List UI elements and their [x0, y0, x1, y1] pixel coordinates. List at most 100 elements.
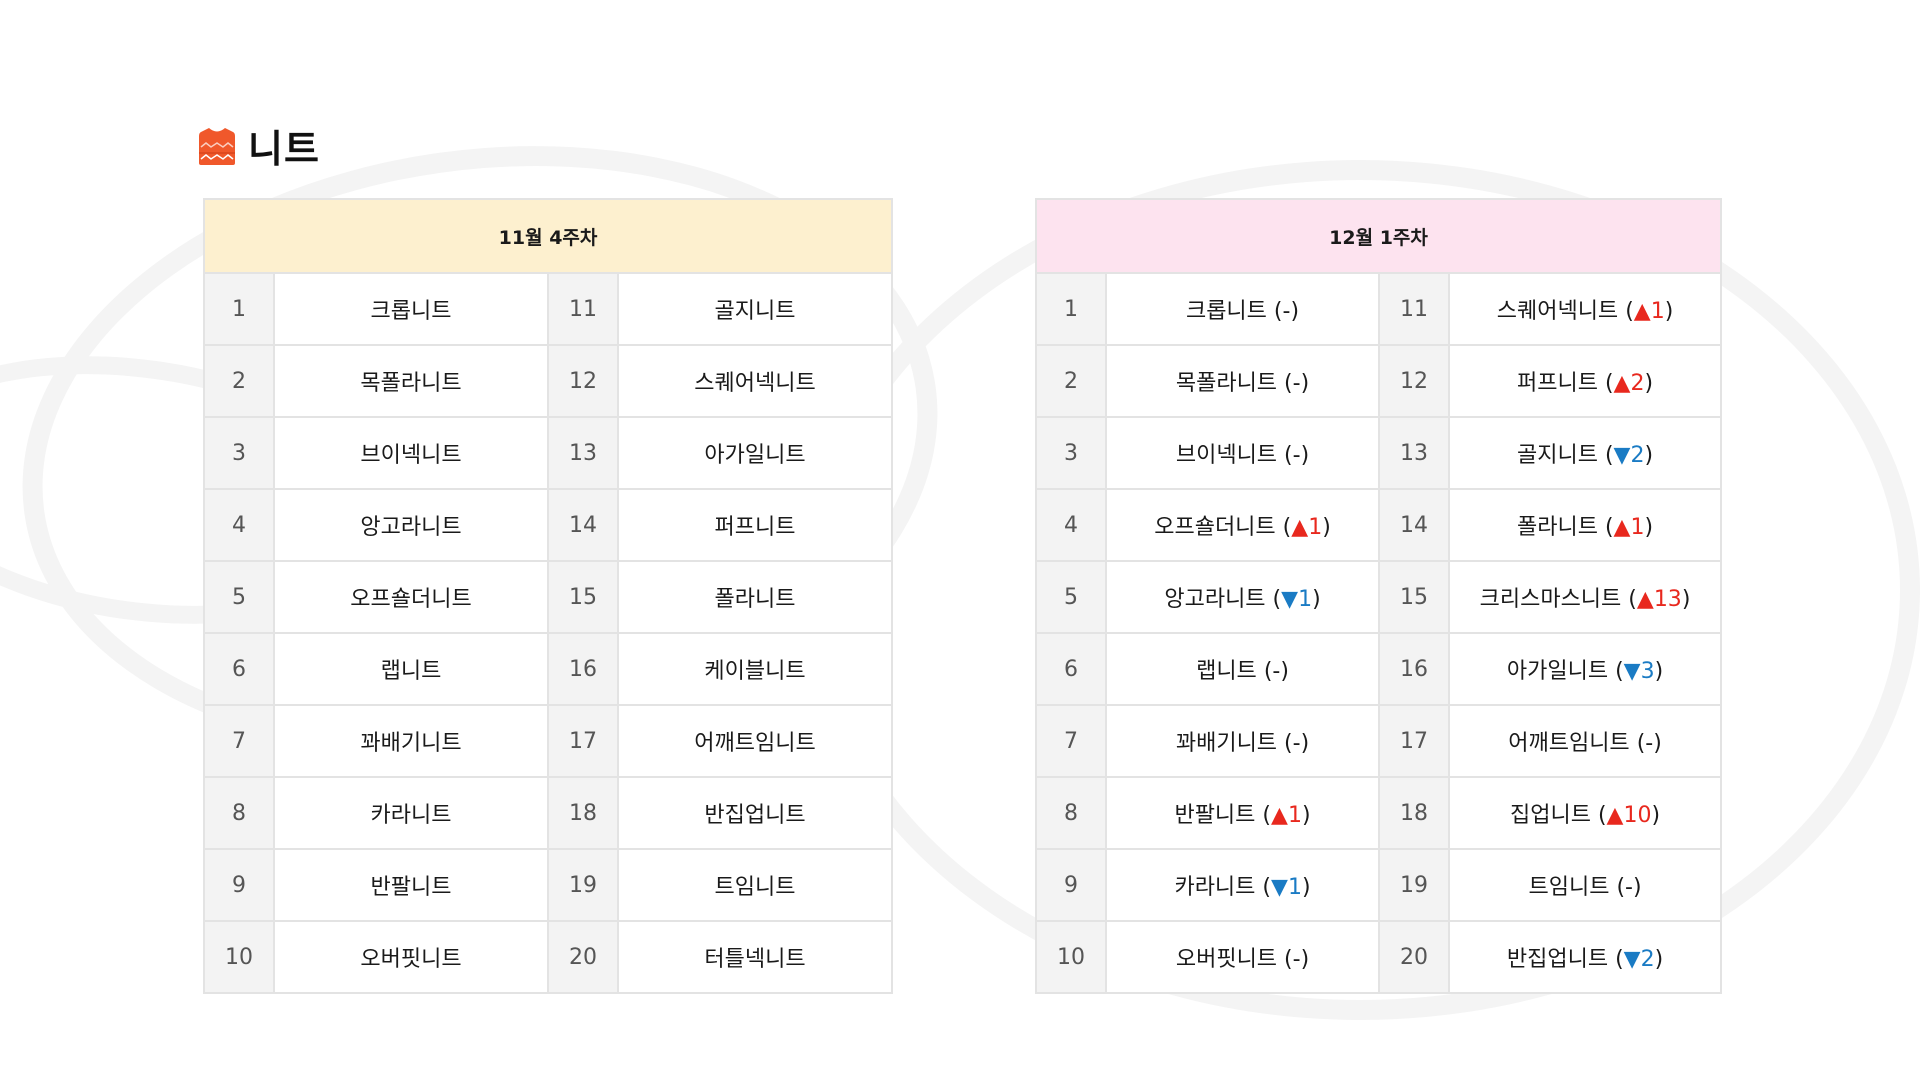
rank-number: 7	[1035, 704, 1107, 778]
item-name: 아가일니트	[616, 416, 894, 490]
week1-header: 11월 4주차	[202, 198, 894, 274]
rank-number: 7	[203, 704, 275, 778]
rank-number: 4	[1035, 488, 1107, 562]
table-row: 2 목폴라니트 (-) 12 퍼프니트 (▲2)	[1035, 344, 1723, 418]
rank-down-arrow-icon: ▼	[1623, 659, 1641, 684]
item-name: 앙고라니트	[1164, 587, 1266, 612]
rank-number: 12	[547, 344, 619, 418]
week2-header: 12월 1주차	[1034, 198, 1723, 274]
item-name: 스퀘어넥니트	[1496, 299, 1619, 324]
rank-change-unchanged: (-)	[1284, 443, 1310, 468]
rank-number: 11	[1378, 272, 1450, 346]
item-name: 오프숄더니트	[1154, 515, 1276, 540]
item-cell: 오프숄더니트 (▲1)	[1105, 488, 1380, 562]
rank-change-value: 1	[1287, 875, 1302, 900]
item-name: 퍼프니트	[1516, 371, 1598, 396]
item-name: 반집업니트	[616, 776, 894, 850]
rank-number: 6	[203, 632, 275, 706]
rank-change-unchanged: (-)	[1284, 947, 1310, 972]
table-row: 9 반팔니트 19 트임니트	[203, 848, 894, 922]
rank-number: 12	[1378, 344, 1450, 418]
rank-number: 2	[1035, 344, 1107, 418]
table-row: 1 크롭니트 11 골지니트	[203, 272, 894, 346]
rank-number: 14	[1378, 488, 1450, 562]
item-name: 오프숄더니트	[273, 560, 549, 634]
item-name: 꽈배기니트	[273, 704, 549, 778]
item-name: 트임니트	[1528, 875, 1610, 900]
item-name: 트임니트	[616, 848, 894, 922]
rank-number: 2	[203, 344, 275, 418]
rank-number: 5	[1035, 560, 1107, 634]
table-row: 8 반팔니트 (▲1) 18 집업니트 (▲10)	[1035, 776, 1723, 850]
item-cell: 앙고라니트 (▼1)	[1105, 560, 1380, 634]
rank-change-value: 3	[1640, 659, 1655, 684]
item-cell: 골지니트 (▼2)	[1447, 416, 1723, 490]
item-name: 반집업니트	[1506, 947, 1609, 972]
item-name: 랩니트	[1196, 659, 1257, 684]
rank-number: 16	[1378, 632, 1450, 706]
item-cell: 오버핏니트 (-)	[1105, 920, 1380, 994]
item-name: 브이넥니트	[1175, 443, 1278, 468]
table-row: 9 카라니트 (▼1) 19 트임니트 (-)	[1035, 848, 1723, 922]
rank-down-arrow-icon: ▼	[1623, 947, 1641, 972]
item-cell: 카라니트 (▼1)	[1105, 848, 1380, 922]
item-name: 스퀘어넥니트	[616, 344, 894, 418]
item-name: 브이넥니트	[273, 416, 549, 490]
rank-number: 17	[547, 704, 619, 778]
item-name: 크롭니트	[1185, 299, 1267, 324]
rank-change-value: 1	[1287, 803, 1302, 828]
rank-number: 15	[547, 560, 619, 634]
rank-number: 13	[547, 416, 619, 490]
rank-change-value: 2	[1630, 371, 1645, 396]
rank-up-arrow-icon: ▲	[1291, 515, 1309, 540]
rank-number: 11	[547, 272, 619, 346]
rank-change-unchanged: (-)	[1263, 659, 1289, 684]
rank-number: 19	[1378, 848, 1450, 922]
table-row: 4 오프숄더니트 (▲1) 14 폴라니트 (▲1)	[1035, 488, 1723, 562]
rank-change-value: 2	[1640, 947, 1655, 972]
rank-number: 6	[1035, 632, 1107, 706]
item-name: 폴라니트	[1516, 515, 1598, 540]
item-name: 골지니트	[1516, 443, 1598, 468]
item-name: 골지니트	[616, 272, 894, 346]
rank-up-arrow-icon: ▲	[1633, 299, 1651, 324]
rank-number: 17	[1378, 704, 1450, 778]
rank-down-arrow-icon: ▼	[1271, 875, 1288, 900]
item-name: 앙고라니트	[273, 488, 549, 562]
rank-number: 8	[203, 776, 275, 850]
item-name: 카라니트	[1174, 875, 1256, 900]
table-row: 6 랩니트 16 케이블니트	[203, 632, 894, 706]
rank-change-unchanged: (-)	[1284, 371, 1310, 396]
item-name: 목폴라니트	[273, 344, 549, 418]
rank-change-unchanged: (-)	[1616, 875, 1642, 900]
item-cell: 브이넥니트 (-)	[1105, 416, 1380, 490]
item-name: 어깨트임니트	[1508, 731, 1630, 756]
rank-change-unchanged: (-)	[1284, 731, 1310, 756]
item-name: 아가일니트	[1506, 659, 1609, 684]
rank-number: 20	[1378, 920, 1450, 994]
rank-number: 10	[1035, 920, 1107, 994]
rank-number: 3	[203, 416, 275, 490]
item-name: 반팔니트	[1174, 803, 1256, 828]
table-row: 8 카라니트 18 반집업니트	[203, 776, 894, 850]
rank-number: 13	[1378, 416, 1450, 490]
rank-number: 9	[203, 848, 275, 922]
item-cell: 트임니트 (-)	[1447, 848, 1723, 922]
ranking-table-week2: 12월 1주차 1 크롭니트 (-) 11 스퀘어넥니트 (▲1) 2 목폴라니트 (-)…	[1034, 198, 1723, 994]
rank-change-value: 1	[1650, 299, 1665, 324]
rank-number: 18	[547, 776, 619, 850]
rank-number: 14	[547, 488, 619, 562]
table-row: 7 꽈배기니트 17 어깨트임니트	[203, 704, 894, 778]
table-row: 4 앙고라니트 14 퍼프니트	[203, 488, 894, 562]
rank-up-arrow-icon: ▲	[1613, 371, 1631, 396]
item-name: 퍼프니트	[616, 488, 894, 562]
rank-number: 3	[1035, 416, 1107, 490]
rank-number: 19	[547, 848, 619, 922]
rank-number: 16	[547, 632, 619, 706]
item-cell: 아가일니트 (▼3)	[1447, 632, 1723, 706]
rank-change-value: 2	[1630, 443, 1645, 468]
item-name: 오버핏니트	[1175, 947, 1278, 972]
item-cell: 스퀘어넥니트 (▲1)	[1447, 272, 1723, 346]
item-name: 어깨트임니트	[616, 704, 894, 778]
item-name: 집업니트	[1509, 803, 1591, 828]
